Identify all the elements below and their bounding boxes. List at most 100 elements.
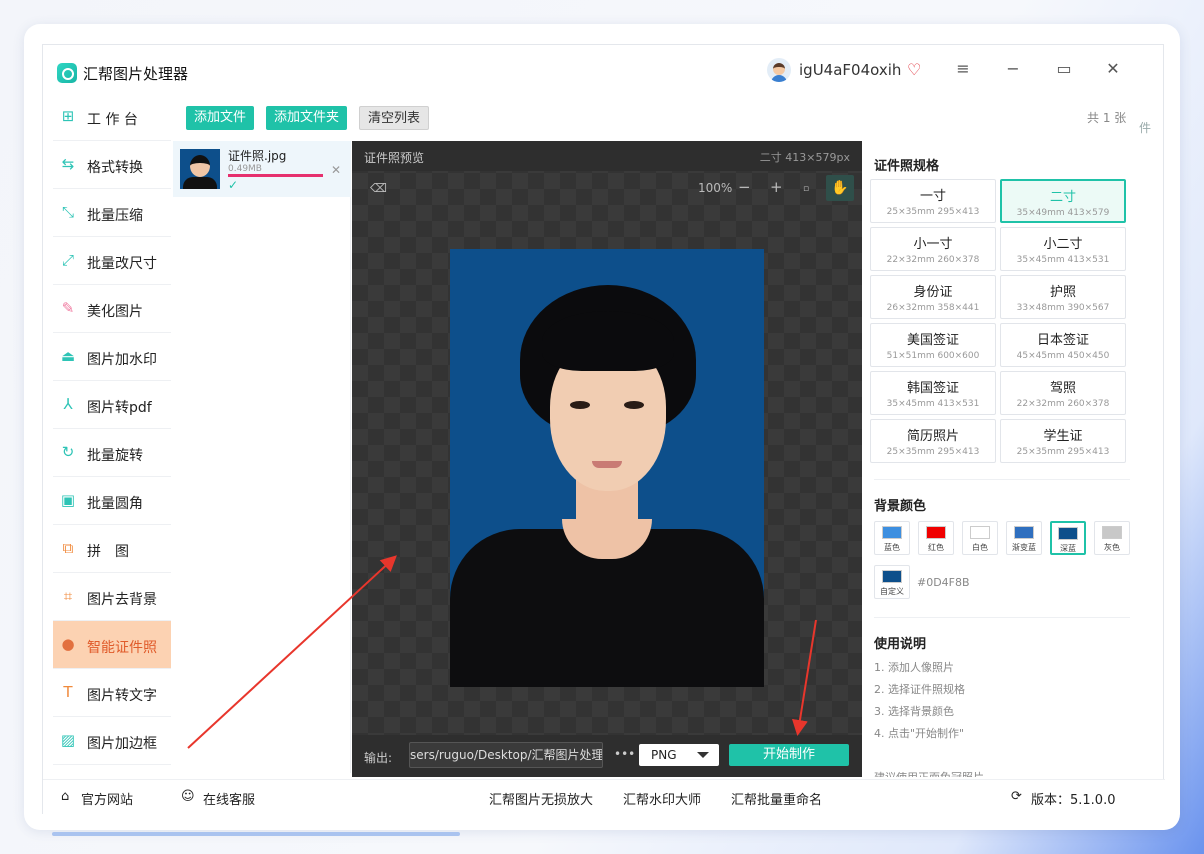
color-swatch-white[interactable]: 白色 [962,521,998,555]
sidebar-item-puzzle[interactable]: ⧉ 拼 图 [53,525,171,573]
format-select[interactable]: PNG [639,744,719,766]
output-path-field[interactable]: sers/ruguo/Desktop/汇帮图片处理器 [409,742,603,768]
spec-option[interactable]: 身份证 26×32mm 358×441 [870,275,996,319]
browse-more-button[interactable]: ••• [614,747,635,761]
sidebar-item-format-convert[interactable]: ⇆ 格式转换 [53,141,171,189]
person-icon: ● [61,635,75,653]
headset-icon: ☺ [181,789,195,804]
instruction-tip: 建议使用正面免冠照片 [874,769,984,777]
rotate-icon: ↻ [61,443,75,461]
sidebar-item-to-text[interactable]: T 图片转文字 [53,669,171,717]
color-swatch-blue[interactable]: 蓝色 [874,521,910,555]
instruction-step: 2. 选择证件照规格 [874,683,965,696]
sidebar-item-rotate[interactable]: ↻ 批量旋转 [53,429,171,477]
eraser-icon[interactable]: ⌫ [370,181,387,195]
remove-file-icon[interactable]: ✕ [331,163,341,177]
file-size: 0.49MB [228,164,262,174]
title-bar: 汇帮图片处理器 igU4aF04oxih ♡ ≡ − ▭ ✕ [43,45,1165,97]
minimize-button[interactable]: − [1001,59,1025,78]
zoom-level: 100% [698,181,733,195]
online-support-link[interactable]: 在线客服 [203,789,255,808]
sidebar-item-remove-bg[interactable]: ⌗ 图片去背景 [53,573,171,621]
color-swatch-custom[interactable]: 自定义 [874,565,910,599]
list-item[interactable]: 证件照.jpg 0.49MB ✓ ✕ [173,141,351,197]
color-swatch-dark-blue[interactable]: 深蓝 [1050,521,1086,555]
footer-link-rename[interactable]: 汇帮批量重命名 [731,789,822,808]
sidebar-item-watermark[interactable]: ⏏ 图片加水印 [53,333,171,381]
version-label: 版本：5.1.0.0 [1031,793,1116,808]
divider [874,479,1130,480]
bg-color-heading: 背景颜色 [874,499,927,514]
file-count: 共 1 张 [1087,111,1127,125]
zoom-in-button[interactable]: + [770,178,783,196]
frame-icon: ▨ [60,731,76,749]
instructions-heading: 使用说明 [874,637,927,652]
spec-option[interactable]: 小二寸 35×45mm 413×531 [1000,227,1126,271]
footer-link-upscale[interactable]: 汇帮图片无损放大 [489,789,593,808]
color-swatch-gray[interactable]: 灰色 [1094,521,1130,555]
sidebar-item-id-photo[interactable]: ● 智能证件照 [53,621,171,669]
start-button[interactable]: 开始制作 [729,744,849,766]
sidebar: ⊞ 工 作 台 ⇆ 格式转换 ⤡ 批量压缩 ⤢ 批量改尺寸 ✎ 美化图片 ⏏ 图片加水印 ⅄… [53,93,171,777]
maximize-button[interactable]: ▭ [1052,59,1076,78]
spec-option-selected[interactable]: 二寸 35×49mm 413×579 [1000,179,1126,223]
sidebar-item-to-pdf[interactable]: ⅄ 图片转pdf [53,381,171,429]
fit-screen-icon[interactable]: ▫ [803,184,809,194]
spec-option[interactable]: 驾照 22×32mm 260×378 [1000,371,1126,415]
beautify-icon: ✎ [61,299,75,317]
horizontal-scrollbar[interactable] [52,832,460,836]
crop-icon: ⌗ [63,587,73,605]
spec-option[interactable]: 学生证 25×35mm 295×413 [1000,419,1126,463]
color-swatch-gradient-blue[interactable]: 渐变蓝 [1006,521,1042,555]
sidebar-item-round-corner[interactable]: ▣ 批量圆角 [53,477,171,525]
vip-heart-icon[interactable]: ♡ [907,60,921,79]
menu-button[interactable]: ≡ [951,59,975,78]
preview-header: 证件照预览 二寸 413×579px [352,141,862,171]
right-edge-text: 件 [1139,121,1152,135]
file-name: 证件照.jpg [228,149,287,163]
file-progress-bar [228,174,323,177]
clear-list-button[interactable]: 清空列表 [359,106,430,130]
zoom-out-button[interactable]: − [738,178,751,196]
spec-option[interactable]: 简历照片 25×35mm 295×413 [870,419,996,463]
app-window: 汇帮图片处理器 igU4aF04oxih ♡ ≡ − ▭ ✕ ⊞ 工 作 台 ⇆ 格… [42,44,1165,815]
add-file-button[interactable]: 添加文件 [186,106,255,130]
text-icon: T [63,683,73,701]
avatar[interactable] [767,58,791,82]
footer: ⌂ 官方网站 ☺ 在线客服 汇帮图片无损放大 汇帮水印大师 汇帮批量重命名 ⟳ … [43,779,1165,815]
file-list: 证件照.jpg 0.49MB ✓ ✕ [173,141,351,773]
close-button[interactable]: ✕ [1101,59,1125,78]
round-corner-icon: ▣ [60,491,76,509]
app-title: 汇帮图片处理器 [83,65,189,83]
footer-link-watermark[interactable]: 汇帮水印大师 [623,789,701,808]
sidebar-item-beautify[interactable]: ✎ 美化图片 [53,285,171,333]
hand-tool-icon[interactable]: ✋ [826,175,854,201]
spec-option[interactable]: 日本签证 45×45mm 450×450 [1000,323,1126,367]
sidebar-item-border[interactable]: ▨ 图片加边框 [53,717,171,765]
spec-option[interactable]: 美国签证 51×51mm 600×600 [870,323,996,367]
spec-option[interactable]: 一寸 25×35mm 295×413 [870,179,996,223]
sidebar-item-resize[interactable]: ⤢ 批量改尺寸 [53,237,171,285]
refresh-icon[interactable]: ⟳ [1011,789,1022,804]
custom-color-hex: #0D4F8B [917,576,970,589]
spec-option[interactable]: 韩国签证 35×45mm 413×531 [870,371,996,415]
preview-title: 证件照预览 [364,151,425,165]
color-swatch-red[interactable]: 红色 [918,521,954,555]
sidebar-item-workbench[interactable]: ⊞ 工 作 台 [53,93,171,141]
output-row: 输出: sers/ruguo/Desktop/汇帮图片处理器 ••• PNG 开… [352,735,862,777]
add-folder-button[interactable]: 添加文件夹 [266,106,348,130]
spec-option[interactable]: 护照 33×48mm 390×567 [1000,275,1126,319]
sidebar-item-compress[interactable]: ⤡ 批量压缩 [53,189,171,237]
resize-icon: ⤢ [61,251,74,269]
grid-icon: ⊞ [61,107,75,125]
compress-icon: ⤡ [61,203,74,221]
spec-option[interactable]: 小一寸 22×32mm 260×378 [870,227,996,271]
puzzle-icon: ⧉ [62,539,74,557]
divider [874,617,1130,618]
preview-size: 二寸 413×579px [759,151,850,164]
file-thumbnail [180,149,220,189]
pdf-icon: ⅄ [63,395,73,413]
settings-panel: 证件照规格 一寸 25×35mm 295×413 二寸 35×49mm 413×57… [863,141,1131,777]
username[interactable]: igU4aF04oxih [799,61,901,79]
official-site-link[interactable]: 官方网站 [81,789,133,808]
